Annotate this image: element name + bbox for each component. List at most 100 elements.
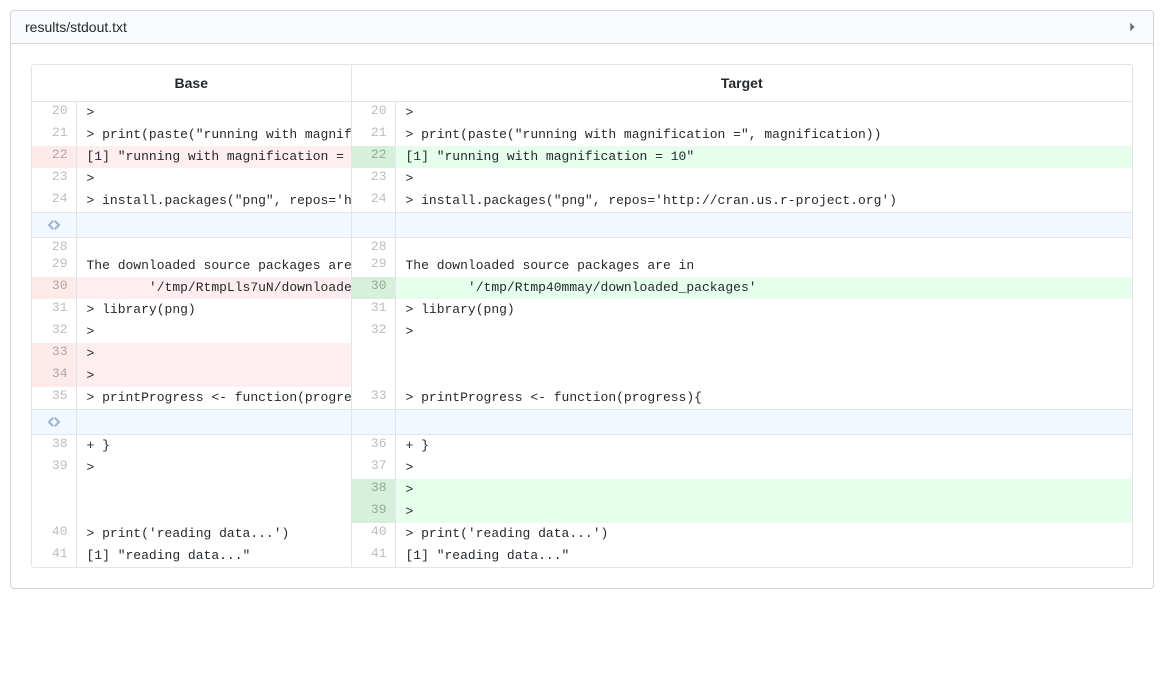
diff-row: 39>37> bbox=[32, 457, 1132, 479]
diff-row: 41[1] "reading data..."41[1] "reading da… bbox=[32, 545, 1132, 567]
diff-file: results/stdout.txt Base Target 20>20>21>… bbox=[10, 10, 1154, 589]
code-target: > print('reading data...') bbox=[395, 523, 1132, 545]
diff-row bbox=[32, 410, 1132, 435]
code-target: + } bbox=[395, 435, 1132, 458]
hunk-spacer bbox=[395, 410, 1132, 435]
file-path: results/stdout.txt bbox=[25, 19, 127, 35]
code-base: > bbox=[76, 343, 351, 365]
diff-row: 38+ }36+ } bbox=[32, 435, 1132, 458]
line-number-base: 24 bbox=[32, 190, 76, 213]
code-base: > bbox=[76, 168, 351, 190]
code-target: > bbox=[395, 457, 1132, 479]
diff-row: 21> print(paste("running with magnificat… bbox=[32, 124, 1132, 146]
line-number-target: 22 bbox=[351, 146, 395, 168]
code-base: > bbox=[76, 365, 351, 387]
line-number-base: 22 bbox=[32, 146, 76, 168]
code-target: > print(paste("running with magnificatio… bbox=[395, 124, 1132, 146]
diff-table: Base Target 20>20>21> print(paste("runni… bbox=[32, 65, 1132, 567]
line-number-target: 39 bbox=[351, 501, 395, 523]
column-header-target: Target bbox=[351, 65, 1132, 102]
code-base bbox=[76, 501, 351, 523]
line-number-target: 28 bbox=[351, 238, 395, 256]
code-base: > install.packages("png", repos='http://… bbox=[76, 190, 351, 213]
diff-row: 20>20> bbox=[32, 102, 1132, 125]
code-base: > print(paste("running with magnificatio… bbox=[76, 124, 351, 146]
collapse-toggle-icon[interactable] bbox=[1125, 20, 1139, 34]
code-base bbox=[76, 238, 351, 256]
code-target: > bbox=[395, 168, 1132, 190]
diff-row: 2828 bbox=[32, 238, 1132, 256]
line-number-target: 38 bbox=[351, 479, 395, 501]
code-target: [1] "reading data..." bbox=[395, 545, 1132, 567]
code-base bbox=[76, 479, 351, 501]
diff-row: 30 '/tmp/RtmpLls7uN/downloaded_packages'… bbox=[32, 277, 1132, 299]
file-header: results/stdout.txt bbox=[11, 11, 1153, 44]
expand-hunk-icon[interactable] bbox=[32, 213, 76, 238]
line-number-base: 35 bbox=[32, 387, 76, 410]
line-number-target bbox=[351, 365, 395, 387]
line-number-base: 33 bbox=[32, 343, 76, 365]
diff-row: 40> print('reading data...')40> print('r… bbox=[32, 523, 1132, 545]
line-number-target: 36 bbox=[351, 435, 395, 458]
line-number-target: 30 bbox=[351, 277, 395, 299]
line-number-target: 40 bbox=[351, 523, 395, 545]
code-target bbox=[395, 238, 1132, 256]
line-number-target: 33 bbox=[351, 387, 395, 410]
line-number-target: 29 bbox=[351, 255, 395, 277]
code-base: > print('reading data...') bbox=[76, 523, 351, 545]
diff-row: 34> bbox=[32, 365, 1132, 387]
code-base: + } bbox=[76, 435, 351, 458]
diff-row: 31> library(png)31> library(png) bbox=[32, 299, 1132, 321]
hunk-spacer bbox=[76, 213, 351, 238]
code-base: > bbox=[76, 321, 351, 343]
hunk-spacer bbox=[351, 410, 395, 435]
code-target bbox=[395, 365, 1132, 387]
expand-hunk-icon[interactable] bbox=[32, 410, 76, 435]
line-number-base: 31 bbox=[32, 299, 76, 321]
hunk-spacer bbox=[351, 213, 395, 238]
diff-row: 39> bbox=[32, 501, 1132, 523]
line-number-target: 24 bbox=[351, 190, 395, 213]
line-number-base: 40 bbox=[32, 523, 76, 545]
hunk-spacer bbox=[395, 213, 1132, 238]
line-number-target: 23 bbox=[351, 168, 395, 190]
code-target: > bbox=[395, 479, 1132, 501]
code-target: The downloaded source packages are in bbox=[395, 255, 1132, 277]
diff-row: 33> bbox=[32, 343, 1132, 365]
code-base: > library(png) bbox=[76, 299, 351, 321]
diff-row bbox=[32, 213, 1132, 238]
diff-row: 35> printProgress <- function(progress){… bbox=[32, 387, 1132, 410]
code-target: '/tmp/Rtmp40mmay/downloaded_packages' bbox=[395, 277, 1132, 299]
code-base: '/tmp/RtmpLls7uN/downloaded_packages' bbox=[76, 277, 351, 299]
line-number-base: 39 bbox=[32, 457, 76, 479]
code-target: > install.packages("png", repos='http://… bbox=[395, 190, 1132, 213]
line-number-target: 37 bbox=[351, 457, 395, 479]
hunk-spacer bbox=[76, 410, 351, 435]
line-number-target: 41 bbox=[351, 545, 395, 567]
diff-body: Base Target 20>20>21> print(paste("runni… bbox=[11, 44, 1153, 588]
column-header-base: Base bbox=[32, 65, 351, 102]
diff-row: 32>32> bbox=[32, 321, 1132, 343]
code-base: [1] "running with magnification = 4" bbox=[76, 146, 351, 168]
code-base: > bbox=[76, 102, 351, 125]
line-number-target: 21 bbox=[351, 124, 395, 146]
code-target: > bbox=[395, 501, 1132, 523]
line-number-target: 31 bbox=[351, 299, 395, 321]
diff-row: 29The downloaded source packages are in2… bbox=[32, 255, 1132, 277]
diff-row: 24> install.packages("png", repos='http:… bbox=[32, 190, 1132, 213]
diff-row: 22[1] "running with magnification = 4"22… bbox=[32, 146, 1132, 168]
code-target: > library(png) bbox=[395, 299, 1132, 321]
line-number-base: 29 bbox=[32, 255, 76, 277]
line-number-base: 30 bbox=[32, 277, 76, 299]
code-target: > bbox=[395, 102, 1132, 125]
diff-row: 23>23> bbox=[32, 168, 1132, 190]
line-number-base: 20 bbox=[32, 102, 76, 125]
diff-row: 38> bbox=[32, 479, 1132, 501]
line-number-base: 34 bbox=[32, 365, 76, 387]
code-base: The downloaded source packages are in bbox=[76, 255, 351, 277]
code-target bbox=[395, 343, 1132, 365]
code-base: > bbox=[76, 457, 351, 479]
diff-header-row: Base Target bbox=[32, 65, 1132, 102]
line-number-target bbox=[351, 343, 395, 365]
code-target: > bbox=[395, 321, 1132, 343]
